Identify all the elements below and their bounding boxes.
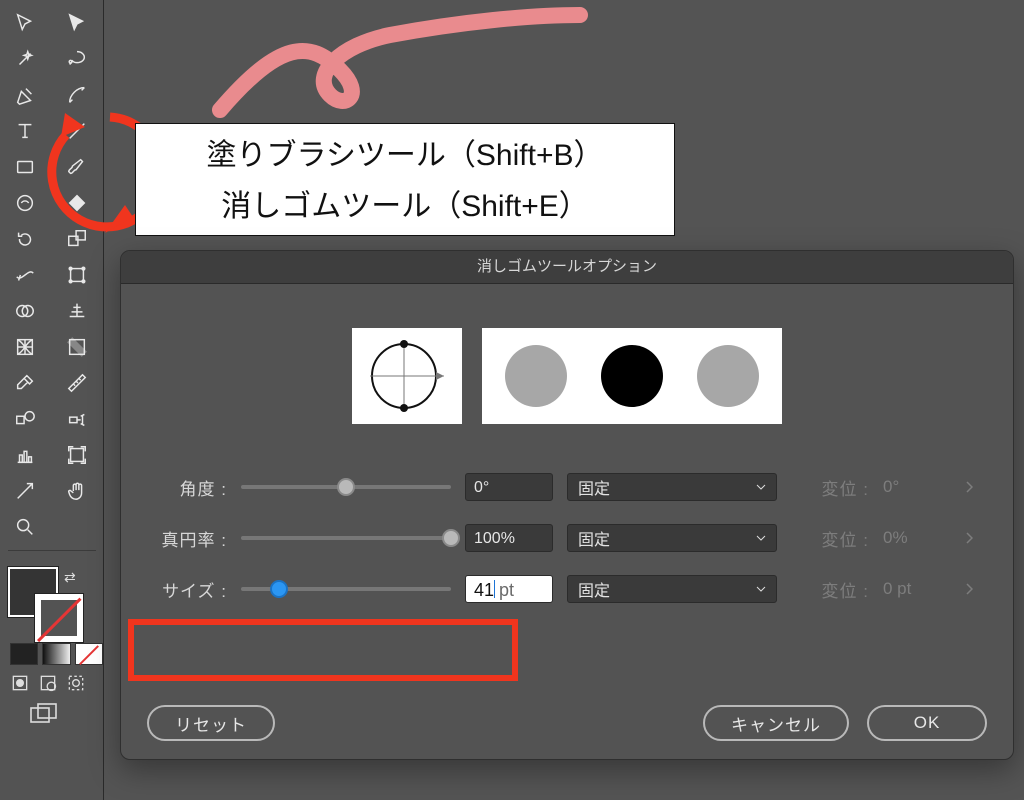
zoom-tool[interactable] bbox=[8, 510, 42, 544]
angle-label: 角度 : bbox=[147, 475, 227, 500]
size-variation-value: 0 pt bbox=[883, 579, 951, 599]
dialog-footer-right: キャンセル OK bbox=[703, 705, 987, 741]
canvas-brush-stroke bbox=[190, 0, 610, 140]
tooltip-blob-brush: 塗りブラシツール（Shift+B） bbox=[152, 130, 658, 181]
rotate-tool[interactable] bbox=[8, 222, 42, 256]
color-swatch[interactable]: ⇄ bbox=[8, 567, 88, 637]
tool-tooltip: 塗りブラシツール（Shift+B） 消しゴムツール（Shift+E） bbox=[135, 123, 675, 236]
size-mode-value: 固定 bbox=[578, 577, 610, 601]
measure-tool[interactable] bbox=[60, 366, 94, 400]
angle-slider[interactable] bbox=[241, 485, 451, 489]
color-mode-solid[interactable] bbox=[10, 643, 38, 665]
dialog-body: 角度 : 0° 固定 変位 : 0° 真円率 : 100% 固定 bbox=[121, 284, 1013, 635]
roundness-slider[interactable] bbox=[241, 536, 451, 540]
size-slider-thumb[interactable] bbox=[270, 580, 288, 598]
symbol-sprayer-tool[interactable] bbox=[60, 402, 94, 436]
pen-tool[interactable] bbox=[8, 78, 42, 112]
free-transform-tool[interactable] bbox=[60, 258, 94, 292]
chevron-down-icon bbox=[756, 535, 766, 541]
shape-builder-tool[interactable] bbox=[8, 294, 42, 328]
shaper-tool[interactable] bbox=[8, 186, 42, 220]
magic-wand-tool[interactable] bbox=[8, 42, 42, 76]
size-label: サイズ : bbox=[147, 577, 227, 602]
brush-preview-max bbox=[697, 345, 759, 407]
chevron-down-icon bbox=[756, 586, 766, 592]
eraser-tool[interactable] bbox=[60, 186, 94, 220]
swap-colors-icon[interactable]: ⇄ bbox=[64, 569, 76, 586]
curvature-tool[interactable] bbox=[60, 78, 94, 112]
blend-tool[interactable] bbox=[8, 402, 42, 436]
brush-preview-min bbox=[505, 345, 567, 407]
size-value-input[interactable]: 41pt bbox=[465, 575, 553, 603]
screen-mode-icon[interactable] bbox=[30, 703, 103, 730]
stroke-color-swatch[interactable] bbox=[34, 593, 84, 643]
perspective-grid-tool[interactable] bbox=[60, 294, 94, 328]
selection-tool[interactable] bbox=[8, 6, 42, 40]
size-slider[interactable] bbox=[241, 587, 451, 591]
text-caret bbox=[494, 580, 495, 598]
roundness-mode-dropdown[interactable]: 固定 bbox=[567, 524, 777, 552]
angle-variation-value: 0° bbox=[883, 477, 951, 497]
roundness-mode-value: 固定 bbox=[578, 526, 610, 550]
brush-size-preview bbox=[482, 328, 782, 424]
gradient-tool[interactable] bbox=[60, 330, 94, 364]
chevron-down-icon bbox=[756, 484, 766, 490]
dialog-footer: リセット キャンセル OK bbox=[121, 705, 1013, 741]
toolbar-divider bbox=[8, 550, 96, 551]
width-tool[interactable] bbox=[8, 258, 42, 292]
color-mode-none[interactable] bbox=[75, 643, 103, 665]
toolbar: ⇄ bbox=[0, 0, 104, 800]
angle-value-input[interactable]: 0° bbox=[465, 473, 553, 501]
size-row: サイズ : 41pt 固定 変位 : 0 pt bbox=[147, 568, 987, 610]
empty-slot bbox=[60, 510, 94, 544]
eraser-options-dialog: 消しゴムツールオプション 角度 : bbox=[120, 250, 1014, 760]
line-segment-tool[interactable] bbox=[60, 114, 94, 148]
roundness-variation-label: 変位 : bbox=[791, 526, 869, 551]
size-variation-label: 変位 : bbox=[791, 577, 869, 602]
draw-mode-row bbox=[10, 673, 103, 693]
brush-preview-mid bbox=[601, 345, 663, 407]
size-value-unit: pt bbox=[499, 580, 514, 600]
chevron-right-icon bbox=[965, 481, 973, 493]
roundness-value-input[interactable]: 100% bbox=[465, 524, 553, 552]
type-tool[interactable] bbox=[8, 114, 42, 148]
size-value-number: 41 bbox=[474, 580, 494, 600]
angle-mode-dropdown[interactable]: 固定 bbox=[567, 473, 777, 501]
rectangle-tool[interactable] bbox=[8, 150, 42, 184]
lasso-tool[interactable] bbox=[60, 42, 94, 76]
draw-normal-icon[interactable] bbox=[10, 673, 30, 693]
angle-mode-value: 固定 bbox=[578, 475, 610, 499]
roundness-variation-value: 0% bbox=[883, 528, 951, 548]
artboard-tool[interactable] bbox=[60, 438, 94, 472]
roundness-slider-thumb[interactable] bbox=[442, 529, 460, 547]
angle-slider-thumb[interactable] bbox=[337, 478, 355, 496]
draw-inside-icon[interactable] bbox=[66, 673, 86, 693]
toolbar-grid bbox=[0, 6, 103, 555]
color-mode-gradient[interactable] bbox=[42, 643, 70, 665]
angle-row: 角度 : 0° 固定 変位 : 0° bbox=[147, 466, 987, 508]
reset-button[interactable]: リセット bbox=[147, 705, 275, 741]
hand-tool[interactable] bbox=[60, 474, 94, 508]
tooltip-eraser: 消しゴムツール（Shift+E） bbox=[152, 181, 658, 232]
chevron-right-icon bbox=[965, 583, 973, 595]
roundness-row: 真円率 : 100% 固定 変位 : 0% bbox=[147, 517, 987, 559]
column-graph-tool[interactable] bbox=[8, 438, 42, 472]
brush-preview-row bbox=[147, 328, 987, 424]
chevron-right-icon bbox=[965, 532, 973, 544]
draw-behind-icon[interactable] bbox=[38, 673, 58, 693]
mesh-tool[interactable] bbox=[8, 330, 42, 364]
paintbrush-tool[interactable] bbox=[60, 150, 94, 184]
scale-tool[interactable] bbox=[60, 222, 94, 256]
cancel-button[interactable]: キャンセル bbox=[703, 705, 849, 741]
ok-button[interactable]: OK bbox=[867, 705, 987, 741]
dialog-title: 消しゴムツールオプション bbox=[121, 251, 1013, 284]
color-mode-row bbox=[10, 643, 103, 665]
size-mode-dropdown[interactable]: 固定 bbox=[567, 575, 777, 603]
roundness-label: 真円率 : bbox=[147, 526, 227, 551]
direct-selection-tool[interactable] bbox=[60, 6, 94, 40]
eyedropper-tool[interactable] bbox=[8, 366, 42, 400]
angle-variation-label: 変位 : bbox=[791, 475, 869, 500]
brush-angle-preview[interactable] bbox=[352, 328, 462, 424]
slice-tool[interactable] bbox=[8, 474, 42, 508]
